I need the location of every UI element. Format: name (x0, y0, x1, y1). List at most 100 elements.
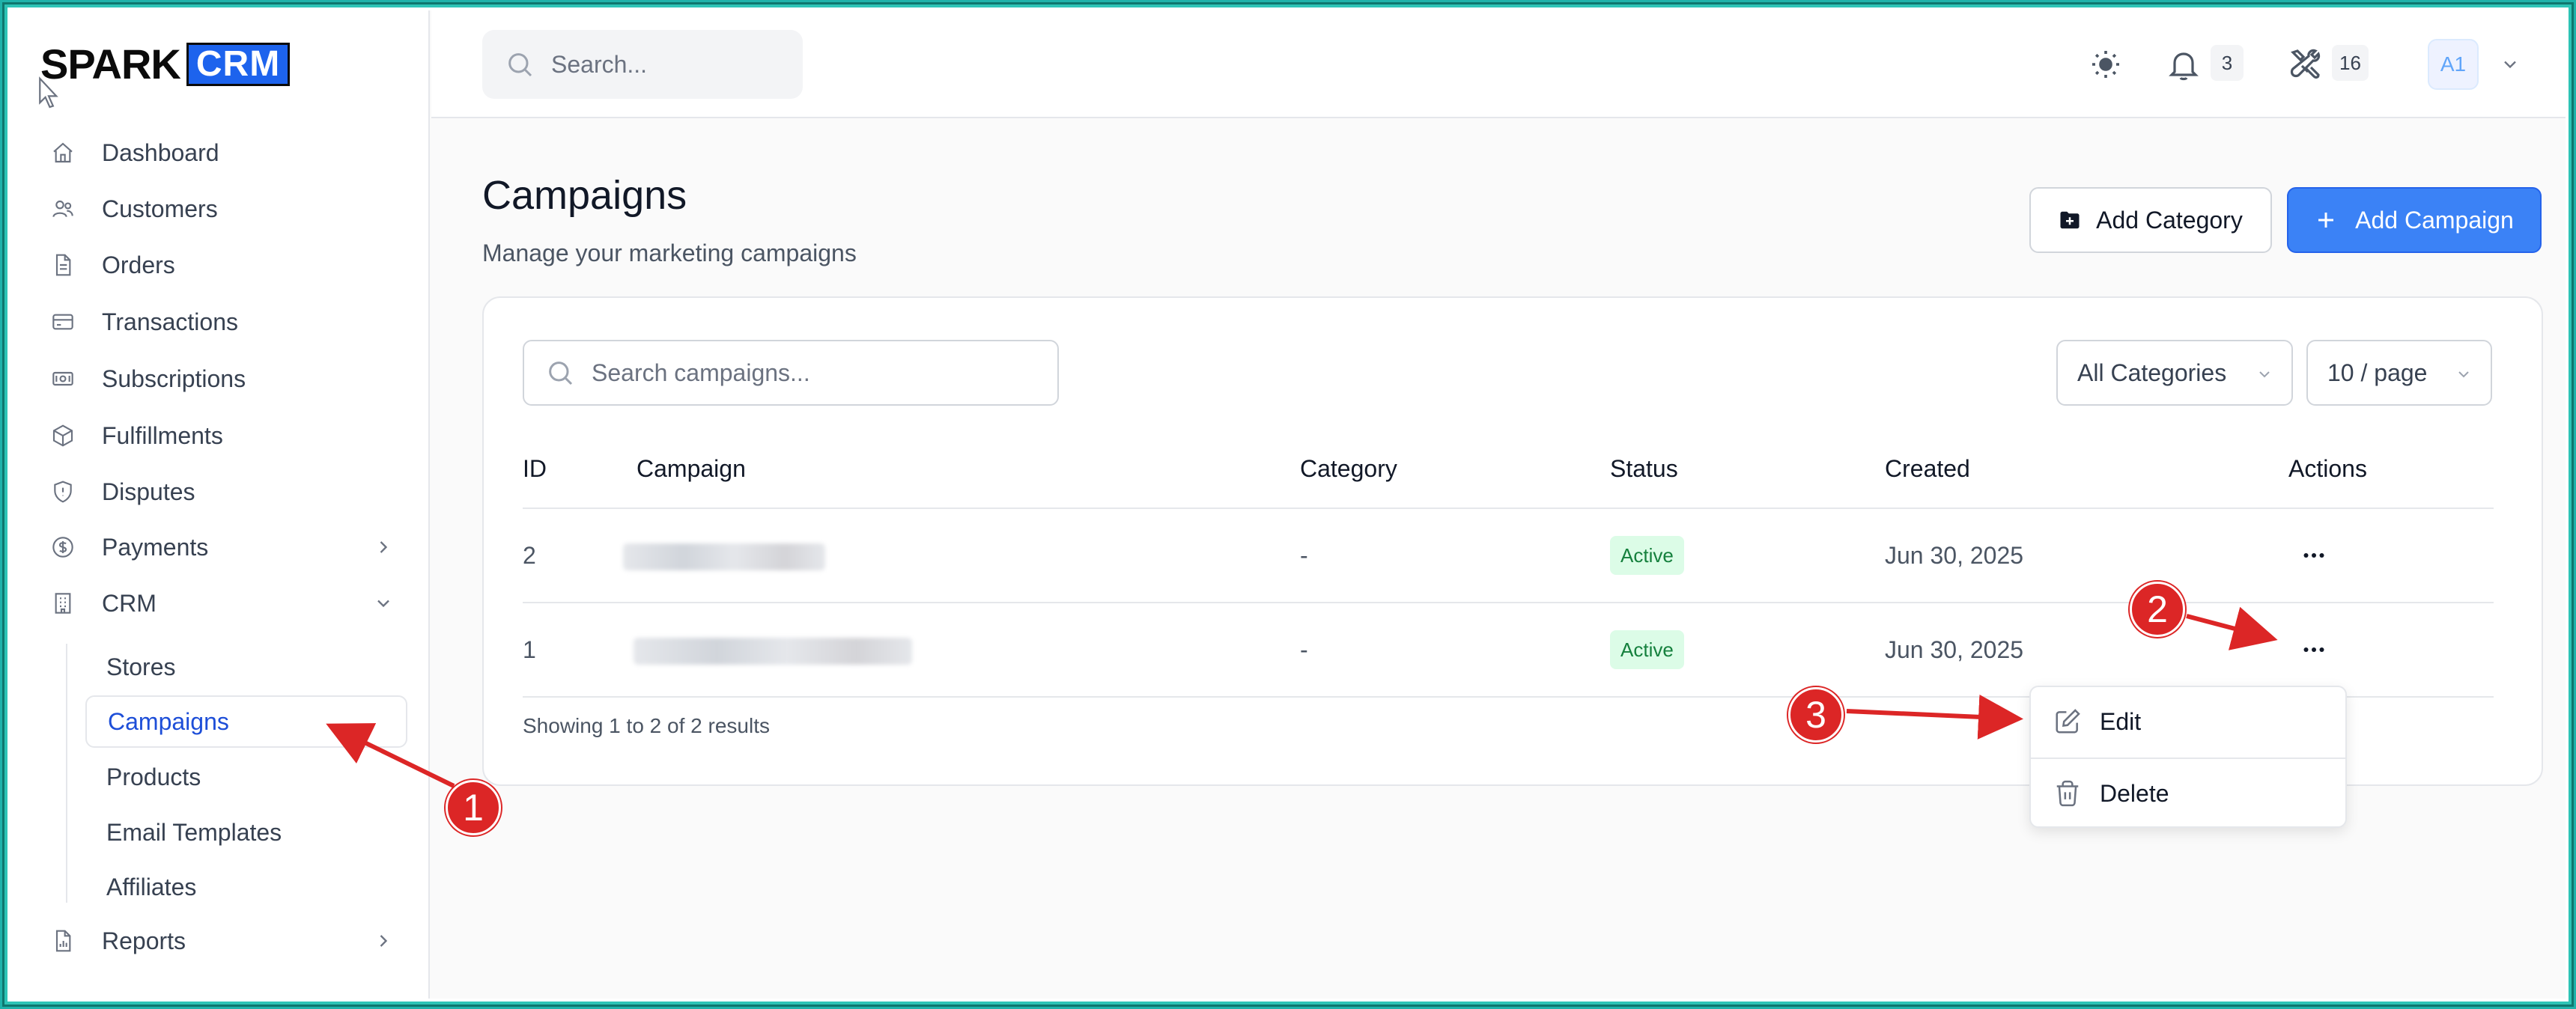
cell-category: - (1300, 542, 1308, 569)
menu-item-delete[interactable]: Delete (2031, 759, 2345, 828)
menu-item-label: Delete (2100, 779, 2169, 807)
annotation-marker-1: 1 (446, 780, 501, 835)
theme-toggle-icon[interactable] (2088, 46, 2124, 82)
status-badge: Active (1610, 630, 1684, 669)
trash-icon (2056, 780, 2079, 807)
sidebar-subitem-campaigns[interactable]: Campaigns (85, 695, 407, 748)
column-header-status[interactable]: Status (1610, 455, 1678, 483)
user-avatar[interactable]: A1 (2428, 39, 2479, 90)
notifications-count: 3 (2211, 45, 2244, 81)
tools-count: 16 (2332, 45, 2369, 81)
pagination-summary: Showing 1 to 2 of 2 results (523, 714, 770, 737)
column-header-actions: Actions (2288, 455, 2367, 482)
sidebar-item-orders[interactable]: Orders (49, 243, 409, 287)
sidebar-item-label: Subscriptions (102, 365, 246, 392)
sidebar-item-transactions[interactable]: Transactions (49, 299, 409, 344)
edit-icon (2056, 709, 2080, 734)
sidebar-item-label: CRM (102, 589, 157, 617)
sidebar-subitem-affiliates[interactable]: Affiliates (85, 861, 407, 913)
sidebar-subitem-products[interactable]: Products (85, 751, 407, 803)
sidebar-item-subscriptions[interactable]: Subscriptions (49, 356, 409, 401)
chevron-down-icon (377, 600, 389, 608)
annotation-marker-2: 2 (2130, 582, 2185, 637)
sidebar-item-label: Fulfillments (102, 421, 223, 449)
sidebar-item-label: Transactions (102, 308, 238, 335)
logo-word: SPARK (40, 40, 181, 88)
top-bar: 3 16 A1 (431, 10, 2566, 118)
screenshot-frame: SPARK CRM Dashboard Customers Orders Tra… (2, 2, 2574, 1007)
building-icon (49, 590, 76, 617)
sidebar-item-crm[interactable]: CRM (49, 581, 409, 626)
logo-badge: CRM (186, 43, 291, 86)
page-subtitle: Manage your marketing campaigns (482, 240, 857, 266)
global-search[interactable] (482, 30, 803, 99)
chevron-down-icon (2458, 371, 2469, 378)
users-icon (49, 195, 76, 222)
menu-item-edit[interactable]: Edit (2031, 687, 2345, 756)
submenu-guide-line (66, 644, 67, 903)
add-campaign-label: Add Campaign (2355, 206, 2514, 234)
more-horizontal-icon (2303, 553, 2324, 558)
chevron-right-icon (380, 935, 388, 947)
sidebar-subitem-email-templates[interactable]: Email Templates (85, 806, 407, 859)
home-icon (49, 139, 76, 166)
add-campaign-button[interactable]: Add Campaign (2287, 187, 2542, 253)
folder-plus-icon (2060, 211, 2080, 229)
header-divider (523, 507, 2494, 509)
sidebar-item-fulfillments[interactable]: Fulfillments (49, 413, 409, 458)
sidebar-subitem-stores[interactable]: Stores (85, 641, 407, 693)
page-size-select[interactable]: 10 / page (2306, 340, 2492, 406)
chevron-down-icon[interactable] (2500, 54, 2521, 75)
page-size-value: 10 / page (2327, 359, 2428, 386)
sidebar-item-disputes[interactable]: Disputes (49, 469, 409, 514)
menu-item-label: Edit (2100, 707, 2142, 735)
cell-created: Jun 30, 2025 (1885, 542, 2024, 569)
sidebar-item-dashboard[interactable]: Dashboard (49, 130, 409, 175)
shield-icon (49, 478, 76, 505)
app-logo[interactable]: SPARK CRM (40, 40, 291, 88)
column-header-category[interactable]: Category (1300, 455, 1397, 483)
cell-id: 2 (523, 542, 536, 569)
banknote-icon (49, 365, 76, 392)
search-icon (508, 53, 532, 77)
add-category-label: Add Category (2096, 206, 2243, 234)
cell-created: Jun 30, 2025 (1885, 636, 2024, 663)
category-filter-value: All Categories (2077, 359, 2227, 386)
cell-campaign-redacted[interactable] (634, 638, 912, 665)
category-filter-select[interactable]: All Categories (2056, 340, 2293, 406)
campaign-search-input[interactable] (592, 359, 1041, 387)
dollar-circle-icon (49, 534, 76, 561)
global-search-input[interactable] (551, 50, 776, 79)
sidebar-item-label: Disputes (102, 478, 195, 505)
column-header-campaign[interactable]: Campaign (637, 455, 746, 483)
sidebar-item-customers[interactable]: Customers (49, 186, 409, 231)
sidebar-item-reports[interactable]: Reports (49, 918, 409, 963)
bell-icon[interactable] (2166, 46, 2202, 82)
plus-icon (2318, 213, 2334, 228)
credit-card-icon (49, 308, 76, 335)
annotation-marker-3: 3 (1788, 687, 1844, 743)
add-category-button[interactable]: Add Category (2029, 187, 2272, 253)
column-header-id[interactable]: ID (523, 455, 547, 483)
search-icon (549, 362, 573, 385)
report-icon (49, 927, 76, 954)
sidebar-item-label: Orders (102, 251, 175, 278)
row-actions-button[interactable] (2297, 539, 2330, 572)
cell-id: 1 (523, 636, 536, 663)
row-actions-button[interactable] (2297, 633, 2330, 666)
sidebar-item-label: Customers (102, 195, 218, 222)
sidebar-item-payments[interactable]: Payments (49, 525, 409, 570)
tools-icon[interactable] (2287, 46, 2323, 82)
chevron-down-icon (2259, 371, 2270, 378)
sidebar-item-label: Dashboard (102, 138, 219, 166)
app-window: SPARK CRM Dashboard Customers Orders Tra… (10, 10, 2566, 999)
row-actions-menu: Edit Delete (2029, 686, 2347, 828)
column-header-created[interactable]: Created (1885, 455, 1970, 483)
page-title: Campaigns (482, 173, 687, 218)
sidebar-item-label: Reports (102, 927, 186, 954)
cell-campaign-redacted[interactable] (623, 543, 825, 570)
more-horizontal-icon (2303, 647, 2324, 652)
campaign-search[interactable] (523, 340, 1059, 406)
row-divider (523, 602, 2494, 603)
package-icon (49, 422, 76, 449)
